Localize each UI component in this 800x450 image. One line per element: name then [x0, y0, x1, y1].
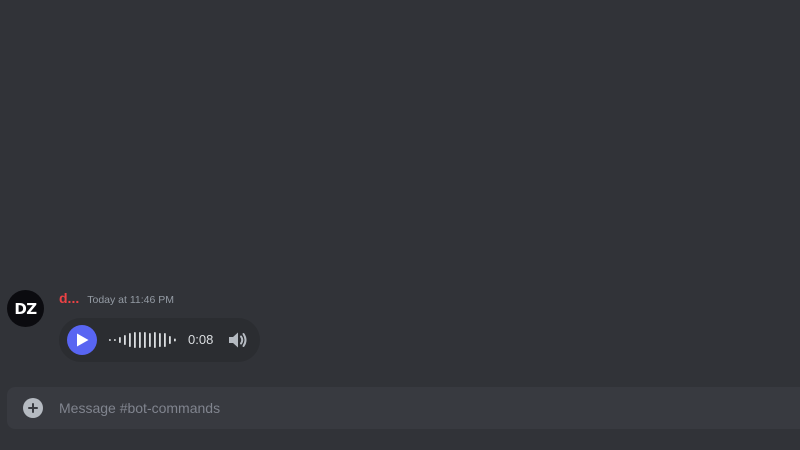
- waveform-bar: [139, 332, 141, 348]
- waveform-bar: [119, 337, 121, 343]
- voice-duration: 0:08: [188, 332, 214, 347]
- waveform-bar: [134, 332, 136, 348]
- play-icon: [77, 333, 89, 347]
- waveform[interactable]: [107, 331, 179, 349]
- message-timestamp: Today at 11:46 PM: [87, 294, 175, 306]
- waveform-bar: [129, 333, 131, 347]
- avatar[interactable]: DZ: [7, 290, 44, 327]
- chat-message: DZ d... Today at 11:46 PM 0:08: [0, 287, 800, 367]
- attach-button[interactable]: [23, 398, 43, 418]
- message-list: DZ d... Today at 11:46 PM 0:08: [0, 0, 800, 385]
- avatar-initials: DZ: [14, 299, 37, 318]
- message-input[interactable]: [59, 396, 779, 420]
- waveform-bar: [159, 333, 161, 347]
- waveform-bar: [169, 336, 171, 344]
- waveform-bar: [144, 332, 146, 348]
- waveform-bar: [164, 333, 166, 347]
- message-composer: [7, 387, 800, 429]
- waveform-bar: [174, 338, 176, 342]
- play-button[interactable]: [67, 325, 97, 355]
- username[interactable]: d...: [59, 290, 79, 306]
- chat-window: DZ d... Today at 11:46 PM 0:08: [0, 0, 800, 450]
- message-header: d... Today at 11:46 PM: [59, 290, 174, 310]
- waveform-bar: [124, 335, 126, 345]
- waveform-bar: [109, 339, 111, 341]
- plus-circle-icon: [28, 403, 38, 413]
- volume-button[interactable]: [227, 330, 249, 350]
- waveform-bar: [154, 332, 156, 348]
- waveform-bar: [114, 339, 116, 341]
- waveform-bar: [149, 333, 151, 347]
- voice-message-player: 0:08: [59, 318, 260, 362]
- speaker-icon: [229, 332, 247, 348]
